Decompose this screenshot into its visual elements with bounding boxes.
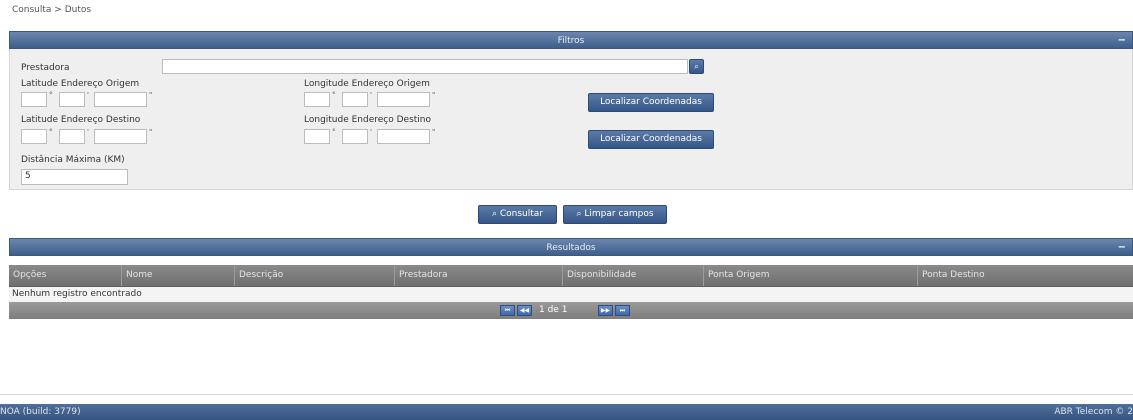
results-panel-header: Resultados − (9, 238, 1133, 256)
prestadora-label: Prestadora (21, 63, 70, 73)
first-page-icon: ⏮ (504, 307, 511, 314)
lat-destino-minutes[interactable] (59, 129, 85, 144)
minute-symbol: ' (370, 128, 372, 136)
last-page-icon: ⏭ (619, 307, 626, 314)
lon-origem-minutes[interactable] (342, 92, 368, 107)
second-symbol: " (432, 91, 436, 99)
column-header-ponta-origem[interactable]: Ponta Origem (704, 265, 918, 286)
prev-page-icon: ◀◀ (519, 307, 530, 314)
consultar-button[interactable]: ⌕ Consultar (478, 205, 557, 224)
filters-title: Filtros (557, 36, 585, 46)
minute-symbol: ' (87, 128, 89, 136)
lat-origem-label: Latitude Endereço Origem (21, 79, 140, 89)
footer-bar: NOA (build: 3779) ABR Telecom © 2 (0, 404, 1133, 420)
distancia-input[interactable]: 5 (21, 169, 128, 185)
distancia-label: Distância Máxima (KM) (21, 155, 125, 165)
second-symbol: " (149, 128, 153, 136)
paginator: ⏮ ◀◀ 1 de 1 ▶▶ ⏭ (9, 302, 1133, 319)
minute-symbol: ' (370, 91, 372, 99)
lon-origem-label: Longitude Endereço Origem (304, 79, 430, 89)
degree-symbol: ° (49, 91, 53, 99)
column-header-nome[interactable]: Nome (122, 265, 235, 286)
page-indicator: 1 de 1 (539, 305, 568, 315)
localizar-coordenadas-origem-button[interactable]: Localizar Coordenadas (588, 93, 714, 112)
lon-destino-minutes[interactable] (342, 129, 368, 144)
next-page-icon: ▶▶ (600, 307, 611, 314)
column-header-prestadora[interactable]: Prestadora (395, 265, 563, 286)
lon-destino-seconds[interactable] (377, 129, 430, 144)
lon-destino-label: Longitude Endereço Destino (304, 115, 432, 125)
lat-origem-seconds[interactable] (94, 92, 147, 107)
last-page-button[interactable]: ⏭ (615, 305, 630, 316)
lat-origem-minutes[interactable] (59, 92, 85, 107)
column-header-descricao[interactable]: Descrição (235, 265, 395, 286)
minute-symbol: ' (87, 91, 89, 99)
lat-destino-label: Latitude Endereço Destino (21, 115, 141, 125)
second-symbol: " (149, 91, 153, 99)
prev-page-button[interactable]: ◀◀ (517, 305, 532, 316)
lat-destino-degrees[interactable] (21, 129, 47, 144)
search-icon: ⌕ (694, 62, 699, 71)
prestadora-search-button[interactable]: ⌕ (689, 59, 704, 74)
breadcrumb: Consulta > Dutos (12, 5, 92, 15)
lon-destino-degrees[interactable] (304, 129, 330, 144)
empty-results-message: Nenhum registro encontrado (9, 287, 1133, 302)
localizar-coordenadas-destino-button[interactable]: Localizar Coordenadas (588, 130, 714, 149)
column-header-ponta-destino[interactable]: Ponta Destino (918, 265, 1133, 286)
limpar-campos-button[interactable]: ⌕ Limpar campos (563, 205, 667, 224)
copyright: ABR Telecom © 2 (1054, 407, 1133, 417)
degree-symbol: ° (332, 91, 336, 99)
lat-destino-seconds[interactable] (94, 129, 147, 144)
filters-panel-header: Filtros − (9, 31, 1133, 49)
results-table-header: Opções Nome Descrição Prestadora Disponi… (9, 265, 1133, 287)
next-page-button[interactable]: ▶▶ (598, 305, 613, 316)
results-title: Resultados (546, 243, 596, 253)
build-info: NOA (build: 3779) (0, 407, 81, 417)
lon-origem-degrees[interactable] (304, 92, 330, 107)
degree-symbol: ° (49, 128, 53, 136)
filters-collapse-toggle[interactable]: − (1118, 32, 1126, 50)
filters-panel-body: Prestadora ⌕ Latitude Endereço Origem ° … (9, 49, 1133, 190)
column-header-disponibilidade[interactable]: Disponibilidade (563, 265, 704, 286)
lat-origem-degrees[interactable] (21, 92, 47, 107)
lon-origem-seconds[interactable] (377, 92, 430, 107)
column-header-opcoes[interactable]: Opções (9, 265, 122, 286)
second-symbol: " (432, 128, 436, 136)
first-page-button[interactable]: ⏮ (500, 305, 515, 316)
footer-divider (0, 394, 1133, 395)
results-collapse-toggle[interactable]: − (1118, 239, 1126, 257)
prestadora-input[interactable] (162, 59, 688, 74)
degree-symbol: ° (332, 128, 336, 136)
